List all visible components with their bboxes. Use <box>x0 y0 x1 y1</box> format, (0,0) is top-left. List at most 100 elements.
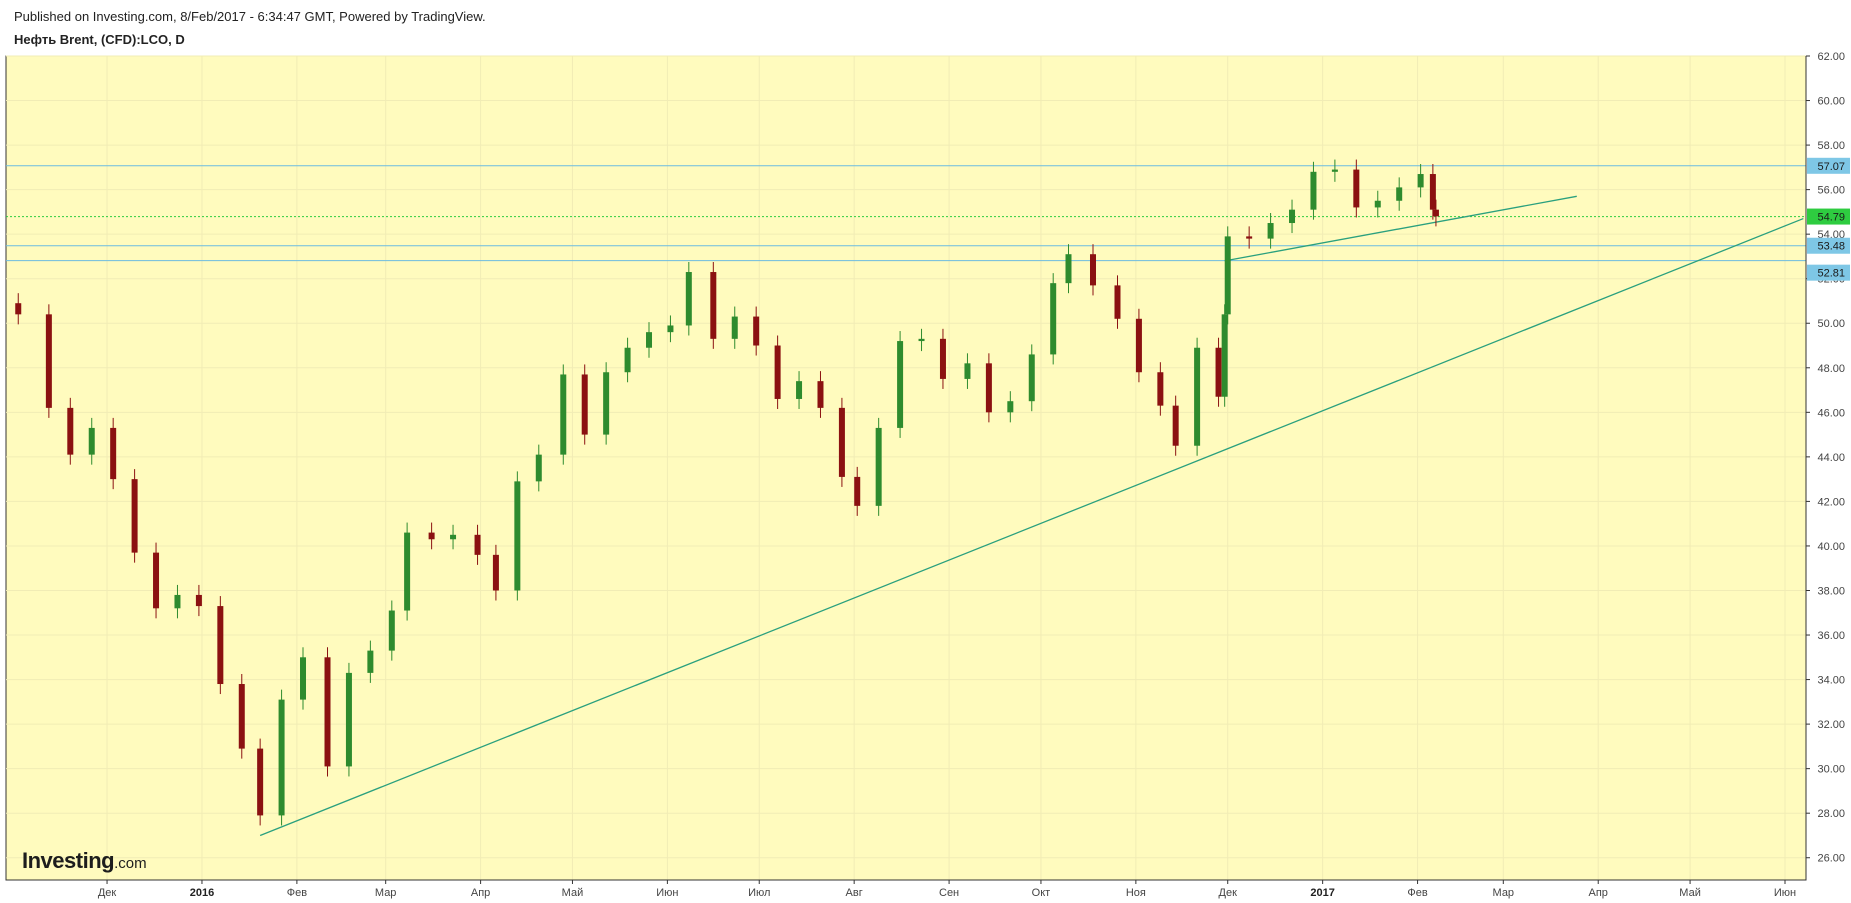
candle-body <box>774 345 781 399</box>
level-price-tag: 53.48 <box>1807 237 1850 254</box>
candle-body <box>367 650 374 673</box>
y-tick-label: 60.00 <box>1817 96 1845 108</box>
x-tick-label: Май <box>1679 887 1701 899</box>
candle-body <box>88 427 95 455</box>
candle-body <box>875 427 882 506</box>
candle-body <box>45 314 52 408</box>
candle-body <box>624 347 631 373</box>
candle <box>153 542 160 619</box>
x-tick-label: Апр <box>471 887 490 899</box>
candle-body <box>1065 254 1072 284</box>
price-tag-label: 54.79 <box>1817 212 1845 224</box>
y-tick-label: 38.00 <box>1817 585 1845 597</box>
candle <box>238 674 245 759</box>
candle-body <box>1194 347 1201 446</box>
candle-body <box>646 332 653 348</box>
y-tick-label: 62.00 <box>1817 51 1845 63</box>
x-tick-label: Фев <box>287 887 307 899</box>
candle <box>875 417 882 516</box>
candle <box>985 353 992 423</box>
candle-body <box>428 532 435 540</box>
candle-body <box>581 374 588 435</box>
x-tick-label: Июн <box>1774 887 1796 899</box>
candle <box>603 362 610 445</box>
candle <box>1215 337 1222 407</box>
y-tick-label: 40.00 <box>1817 541 1845 553</box>
candle <box>581 364 588 445</box>
candle-body <box>450 534 457 540</box>
candle-body <box>388 610 395 651</box>
y-tick-label: 50.00 <box>1817 318 1845 330</box>
x-tick-label: Дек <box>1219 887 1238 899</box>
candle-body <box>1221 314 1228 397</box>
y-tick-label: 28.00 <box>1817 808 1845 820</box>
candle-body <box>731 316 738 339</box>
candle-body <box>918 338 925 342</box>
candle-body <box>1172 405 1179 446</box>
candle-body <box>131 479 138 553</box>
candle-body <box>153 552 160 609</box>
x-tick-label: Окт <box>1032 887 1051 899</box>
candle-body <box>110 427 117 480</box>
candle-body <box>838 407 845 477</box>
candle-body <box>1246 236 1253 239</box>
candle-body <box>1267 223 1274 239</box>
x-tick-label: Июн <box>656 887 678 899</box>
candle <box>257 738 264 826</box>
candle-body <box>1089 254 1096 286</box>
candle-body <box>817 381 824 408</box>
candle-body <box>514 481 521 591</box>
candle <box>1194 337 1201 456</box>
price-tag-label: 53.48 <box>1817 241 1845 253</box>
candle-body <box>1432 209 1439 217</box>
candle <box>324 647 331 777</box>
candle-body <box>710 272 717 339</box>
level-price-tag: 52.81 <box>1807 264 1850 281</box>
x-tick-label: 2016 <box>190 887 214 899</box>
candle-body <box>1289 209 1296 224</box>
x-tick-label: Фев <box>1407 887 1427 899</box>
candle <box>774 335 781 409</box>
candle-body <box>174 594 181 609</box>
candle <box>897 331 904 438</box>
candle-body <box>1417 174 1424 188</box>
y-tick-label: 48.00 <box>1817 363 1845 375</box>
x-tick-label: 2017 <box>1310 887 1334 899</box>
candle-body <box>300 657 307 700</box>
y-tick-label: 46.00 <box>1817 407 1845 419</box>
candle <box>67 397 74 465</box>
candle <box>345 662 352 777</box>
candle-body <box>15 303 22 315</box>
x-tick-label: Май <box>562 887 584 899</box>
candle <box>217 596 224 695</box>
x-tick-label: Мар <box>375 887 397 899</box>
candle-body <box>1135 318 1142 373</box>
candle-body <box>1215 347 1222 397</box>
x-tick-label: Мар <box>1493 887 1515 899</box>
candle-body <box>603 372 610 435</box>
y-tick-label: 44.00 <box>1817 452 1845 464</box>
candle <box>710 262 717 349</box>
price-tags-layer: 57.07 54.79 53.48 52.81 <box>1807 157 1850 281</box>
candle-body <box>1374 200 1381 208</box>
y-tick-label: 36.00 <box>1817 630 1845 642</box>
y-tick-label: 34.00 <box>1817 675 1845 687</box>
x-tick-label: Апр <box>1589 887 1608 899</box>
candlestick-chart[interactable]: 26.00 28.00 30.00 32.00 34.00 36.00 38.00 40.00… <box>0 0 1851 903</box>
candle-body <box>796 381 803 399</box>
candle-body <box>939 338 946 379</box>
candle-body <box>492 554 499 591</box>
candle-body <box>964 363 971 379</box>
y-tick-label: 32.00 <box>1817 719 1845 731</box>
plot-area[interactable] <box>5 55 1807 881</box>
candle-body <box>560 374 567 455</box>
x-tick-label: Ноя <box>1126 887 1146 899</box>
candle <box>404 522 411 621</box>
candle-body <box>257 748 264 816</box>
candle-body <box>67 407 74 455</box>
y-tick-label: 42.00 <box>1817 496 1845 508</box>
y-tick-label: 58.00 <box>1817 140 1845 152</box>
candle <box>1135 308 1142 383</box>
candle-body <box>195 594 202 607</box>
candle-body <box>345 672 352 767</box>
